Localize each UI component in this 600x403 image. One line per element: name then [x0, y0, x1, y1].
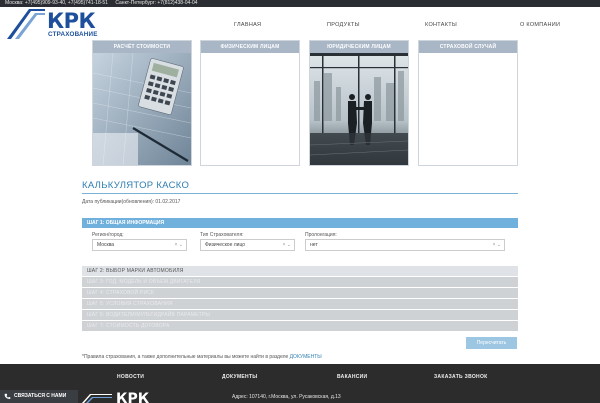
step-1-fields: Регион/город: Москва × ⌄ Тип Страховател… — [82, 228, 518, 262]
chevron-down-icon[interactable]: × ⌄ — [283, 240, 292, 250]
recalculate-button[interactable]: Пересчитать — [466, 337, 517, 349]
step-1-header[interactable]: ШАГ 1: ОБЩАЯ ИНФОРМАЦИЯ — [82, 218, 518, 228]
card-title: РАСЧЁТ СТОИМОСТИ — [93, 41, 191, 53]
step-2-header[interactable]: ШАГ 2: ВЫБОР МАРКИ АВТОМОБИЛЯ — [82, 266, 518, 276]
svg-text:КРК: КРК — [116, 392, 150, 403]
footer-nav-vacancies[interactable]: ВАКАНСИИ — [337, 374, 367, 380]
card-title: ЮРИДИЧЕСКИМ ЛИЦАМ — [310, 41, 408, 53]
page-title: КАЛЬКУЛЯТОР КАСКО — [82, 180, 190, 191]
main-nav: ГЛАВНАЯ ПРОДУКТЫ КОНТАКТЫ О КОМПАНИИ — [0, 22, 600, 32]
card-title: ФИЗИЧЕСКИМ ЛИЦАМ — [201, 41, 299, 53]
step-4-header: ШАГ 4: СТРАХОВОЙ РИСК — [82, 288, 518, 298]
footer-nav-documents[interactable]: ДОКУМЕНТЫ — [222, 374, 258, 380]
nav-contacts[interactable]: КОНТАКТЫ — [425, 22, 457, 28]
insurer-type-select[interactable]: Физическое лицо × ⌄ — [200, 239, 295, 251]
prolongation-label: Пролонгация: — [305, 232, 337, 238]
business-handshake-photo — [310, 53, 408, 165]
title-divider — [82, 193, 518, 194]
chevron-down-icon[interactable]: × ⌄ — [493, 240, 502, 250]
prolongation-select[interactable]: нет × ⌄ — [305, 239, 505, 251]
card-title: СТРАХОВОЙ СЛУЧАЙ — [419, 41, 517, 53]
nav-about[interactable]: О КОМПАНИИ — [520, 22, 560, 28]
insurer-type-label: Тип Страхователя: — [200, 232, 244, 238]
card-insurance-case[interactable]: СТРАХОВОЙ СЛУЧАЙ — [418, 40, 518, 166]
footer-address: Адрес: 107140, г.Москва, ул. Русаковская… — [232, 394, 341, 400]
footer-logo: КРК — [82, 392, 150, 403]
card-calculation[interactable]: РАСЧЁТ СТОИМОСТИ — [92, 40, 192, 166]
card-legal-entities[interactable]: ЮРИДИЧЕСКИМ ЛИЦАМ — [309, 40, 409, 166]
phone-icon — [4, 393, 11, 399]
region-label: Регион/город: — [92, 232, 124, 238]
moscow-phones[interactable]: Москва: +7(495)909-93-40, +7(495)741-18-… — [5, 0, 108, 6]
contact-us-label: СВЯЗАТЬСЯ С НАМИ — [14, 393, 67, 399]
logo-subtitle: СТРАХОВАНИЕ — [48, 31, 98, 38]
prolongation-value: нет — [310, 242, 318, 248]
step-5-header: ШАГ 5: УСЛОВИЯ СТРАХОВАНИЯ — [82, 299, 518, 309]
publication-date: Дата публикации(обновления): 01.02.2017 — [82, 199, 181, 205]
footer-nav-callback[interactable]: ЗАКАЗАТЬ ЗВОНОК — [434, 374, 488, 380]
step-7-header: ШАГ 7: СТОИМОСТЬ ДОГОВОРА — [82, 321, 518, 331]
header: КРК СТРАХОВАНИЕ ГЛАВНАЯ ПРОДУКТЫ КОНТАКТ… — [0, 7, 600, 40]
documents-link[interactable]: ДОКУМЕНТЫ — [290, 354, 322, 360]
footer: НОВОСТИ ДОКУМЕНТЫ ВАКАНСИИ ЗАКАЗАТЬ ЗВОН… — [0, 364, 600, 403]
insurer-type-value: Физическое лицо — [205, 242, 246, 248]
spb-phone[interactable]: Санкт-Петербург: +7(812)438-04-04 — [115, 0, 197, 6]
region-select[interactable]: Москва × ⌄ — [92, 239, 187, 251]
nav-products[interactable]: ПРОДУКТЫ — [327, 22, 360, 28]
contact-us-button[interactable]: СВЯЗАТЬСЯ С НАМИ — [0, 390, 78, 403]
rules-text: *Правила страхования, а также дополнител… — [82, 354, 290, 360]
region-value: Москва — [97, 242, 115, 248]
step-6-header: ШАГ 6: ВОДИТЕЛИ/МУЛЬТИДРАЙВ ПАРАМЕТРЫ — [82, 310, 518, 320]
top-contact-bar: Москва: +7(495)909-93-40, +7(495)741-18-… — [0, 0, 600, 7]
step-3-header: ШАГ 3: ГОД, МОДЕЛЬ И ОБЪЕМ ДВИГАТЕЛЯ — [82, 277, 518, 287]
nav-main[interactable]: ГЛАВНАЯ — [234, 22, 261, 28]
service-cards: РАСЧЁТ СТОИМОСТИ ФИЗИЧЕСКИМ ЛИЦАМ ЮРИДИЧ… — [92, 40, 518, 166]
footer-nav-news[interactable]: НОВОСТИ — [117, 374, 144, 380]
chevron-down-icon[interactable]: × ⌄ — [175, 240, 184, 250]
calculator-photo — [93, 53, 191, 165]
rules-note: *Правила страхования, а также дополнител… — [82, 354, 322, 360]
card-individuals[interactable]: ФИЗИЧЕСКИМ ЛИЦАМ — [200, 40, 300, 166]
